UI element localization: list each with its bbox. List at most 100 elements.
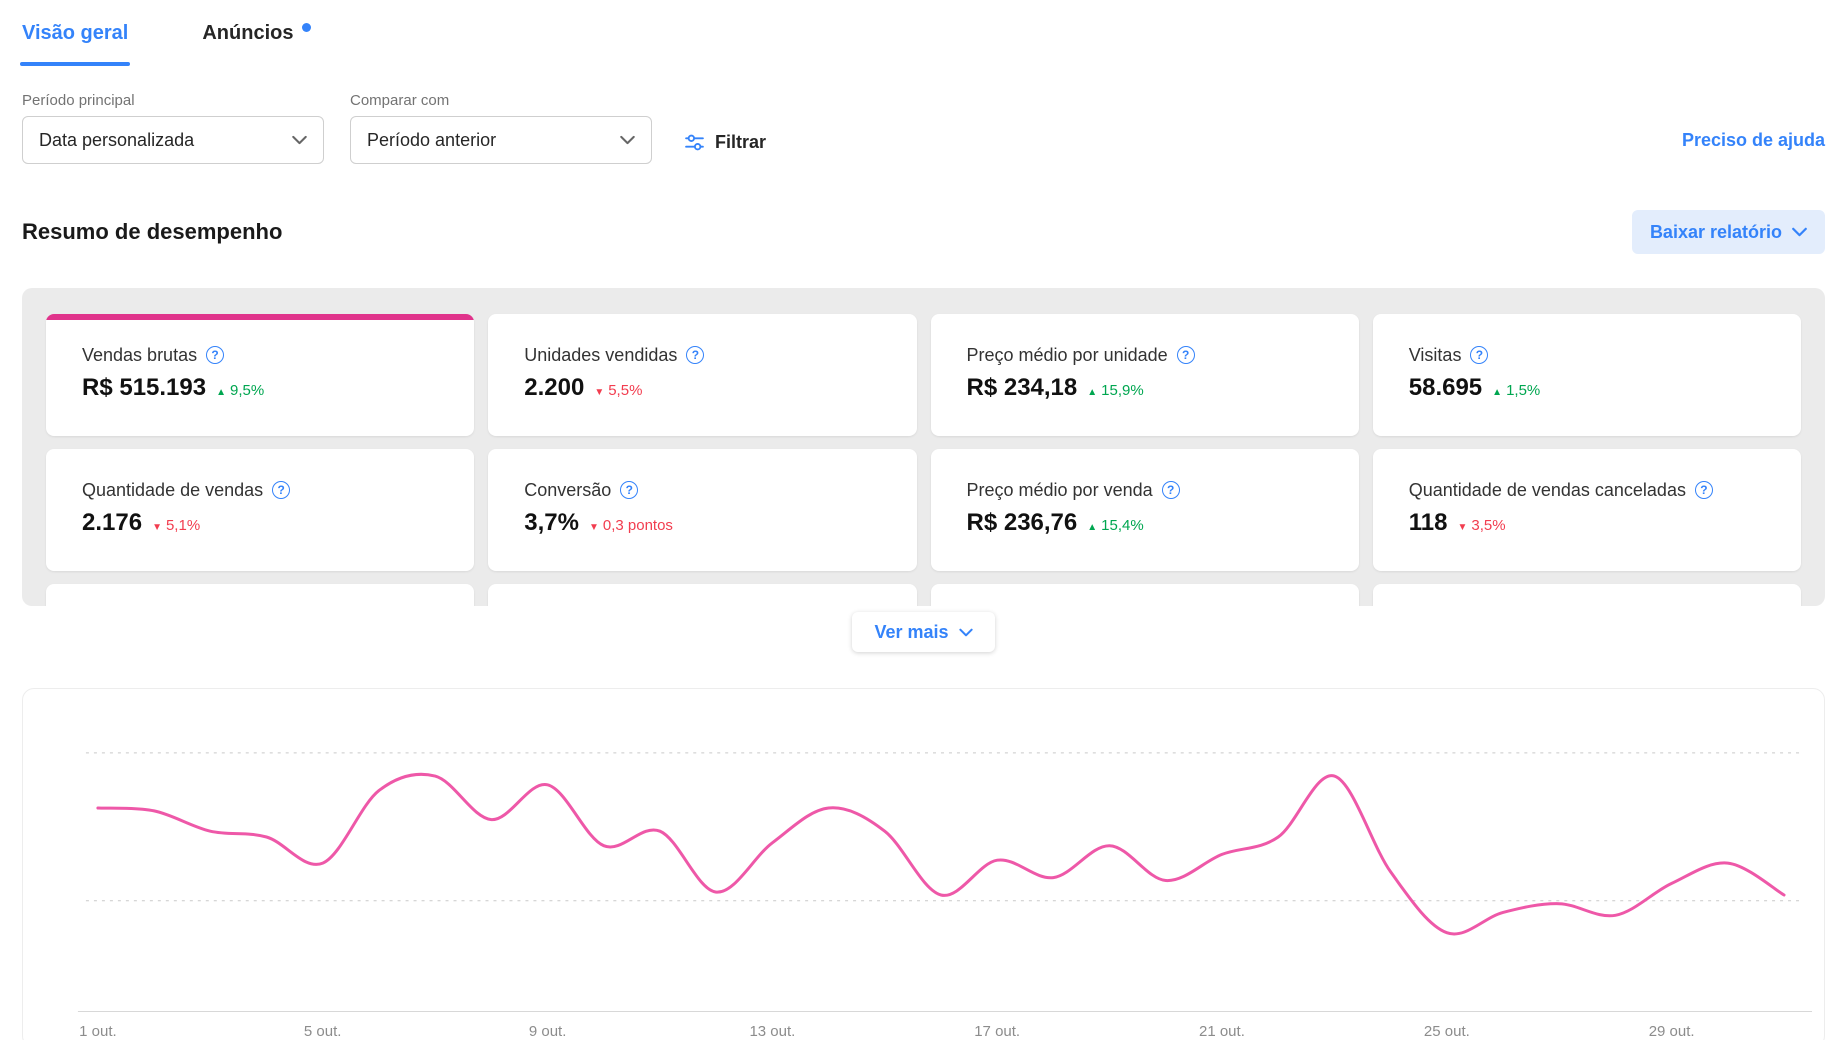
main-period-value: Data personalizada	[39, 129, 195, 150]
metric-card-peek	[1372, 584, 1801, 606]
metrics-panel: Vendas brutas ? R$ 515.193 9,5% Unidades…	[22, 288, 1825, 606]
see-more-row: Ver mais	[22, 612, 1825, 652]
see-more-button[interactable]: Ver mais	[852, 612, 995, 652]
metric-delta-text: 9,5%	[230, 382, 265, 399]
x-tick-label: 17 out.	[974, 1023, 1021, 1040]
compare-period-select[interactable]: Período anterior	[350, 116, 652, 164]
metric-value: R$ 234,18	[966, 374, 1078, 401]
metric-delta: 15,9%	[1087, 382, 1144, 399]
metric-label: Preço médio por venda	[966, 480, 1153, 500]
metric-delta-text: 15,9%	[1101, 382, 1144, 399]
metrics-row-peek	[46, 584, 1801, 606]
metric-delta: 5,1%	[152, 517, 200, 534]
x-tick-label: 13 out.	[749, 1023, 796, 1040]
metric-card-vendas-brutas[interactable]: Vendas brutas ? R$ 515.193 9,5%	[46, 314, 475, 436]
metric-value: 58.695	[1408, 374, 1483, 401]
metric-card-vendas-canceladas[interactable]: Quantidade de vendas canceladas ? 118 3,…	[1372, 449, 1801, 571]
see-more-label: Ver mais	[874, 621, 949, 642]
help-icon[interactable]: ?	[1161, 481, 1180, 499]
metric-delta: 3,5%	[1457, 517, 1505, 534]
metric-delta: 1,5%	[1492, 382, 1540, 399]
help-link[interactable]: Preciso de ajuda	[1682, 130, 1825, 151]
sales-line-path	[96, 772, 1786, 936]
metric-card-unidades-vendidas[interactable]: Unidades vendidas ? 2.200 5,5%	[488, 314, 917, 436]
metric-value: 3,7%	[524, 509, 579, 536]
trend-arrow-icon	[1492, 382, 1502, 399]
main-period-select[interactable]: Data personalizada	[22, 116, 324, 164]
metric-value: 2.200	[524, 374, 585, 401]
x-tick-label: 25 out.	[1423, 1023, 1470, 1040]
metric-delta: 5,5%	[594, 382, 642, 399]
tab-visao-geral-label: Visão geral	[22, 22, 129, 44]
metrics-row-2: Quantidade de vendas ? 2.176 5,1% Conver…	[46, 449, 1801, 571]
metric-label: Quantidade de vendas canceladas	[1408, 480, 1686, 500]
compare-period-group: Comparar com Período anterior	[350, 92, 652, 164]
download-report-button[interactable]: Baixar relatório	[1631, 210, 1825, 254]
metric-value: R$ 515.193	[82, 374, 207, 401]
chevron-down-icon	[620, 135, 635, 145]
metric-delta: 15,4%	[1087, 517, 1144, 534]
trend-arrow-icon	[216, 382, 226, 399]
filter-button-label: Filtrar	[715, 132, 767, 152]
metric-label: Unidades vendidas	[524, 345, 678, 365]
help-icon[interactable]: ?	[686, 346, 705, 364]
main-period-group: Período principal Data personalizada	[22, 92, 324, 164]
trend-arrow-icon	[1087, 517, 1097, 534]
filter-button[interactable]: Filtrar	[684, 132, 766, 153]
metric-label: Quantidade de vendas	[82, 480, 264, 500]
metric-card-quantidade-vendas[interactable]: Quantidade de vendas ? 2.176 5,1%	[46, 449, 475, 571]
compare-period-label: Comparar com	[350, 92, 450, 109]
metric-value: 118	[1408, 509, 1448, 536]
help-icon[interactable]: ?	[1694, 481, 1713, 499]
x-tick-label: 5 out.	[303, 1023, 342, 1040]
tab-visao-geral[interactable]: Visão geral	[19, 22, 131, 66]
metric-delta: 0,3 pontos	[589, 517, 673, 534]
metric-label: Preço médio por unidade	[966, 345, 1168, 365]
compare-period-value: Período anterior	[367, 129, 497, 150]
trend-arrow-icon	[1087, 382, 1097, 399]
x-tick-label: 29 out.	[1648, 1023, 1695, 1040]
metric-label: Conversão	[524, 480, 612, 500]
metric-card-conversao[interactable]: Conversão ? 3,7% 0,3 pontos	[488, 449, 917, 571]
metric-value: 2.176	[82, 509, 143, 536]
metric-card-peek	[488, 584, 917, 606]
chevron-down-icon	[1792, 227, 1807, 237]
summary-header: Resumo de desempenho Baixar relatório	[22, 210, 1825, 254]
sales-chart-svg	[77, 752, 1813, 1012]
help-icon[interactable]: ?	[1470, 346, 1489, 364]
metric-card-visitas[interactable]: Visitas ? 58.695 1,5%	[1372, 314, 1801, 436]
filter-sliders-icon	[685, 134, 704, 151]
metric-card-peek	[930, 584, 1359, 606]
x-tick-label: 1 out.	[79, 1023, 117, 1040]
sales-chart-card: 1 out. 5 out. 9 out. 13 out. 17 out. 21 out. 2…	[22, 688, 1825, 1040]
trend-arrow-icon	[594, 382, 604, 399]
metric-delta: 9,5%	[216, 382, 264, 399]
help-icon[interactable]: ?	[1176, 346, 1195, 364]
metric-delta-text: 5,1%	[165, 517, 201, 534]
chevron-down-icon	[292, 135, 307, 145]
download-report-label: Baixar relatório	[1649, 221, 1782, 242]
tab-anuncios-label: Anúncios	[202, 22, 294, 44]
metric-delta-text: 3,5%	[1471, 517, 1506, 534]
help-icon[interactable]: ?	[620, 481, 639, 499]
x-axis-labels: 1 out. 5 out. 9 out. 13 out. 17 out. 21 out. 2…	[23, 1021, 1824, 1040]
metrics-row-1: Vendas brutas ? R$ 515.193 9,5% Unidades…	[46, 314, 1801, 436]
chevron-down-icon	[958, 628, 973, 636]
tabs-bar: Visão geral Anúncios	[19, 0, 1825, 66]
metric-delta-text: 5,5%	[608, 382, 643, 399]
section-title: Resumo de desempenho	[22, 219, 283, 244]
trend-arrow-icon	[589, 517, 599, 534]
tab-anuncios[interactable]: Anúncios	[202, 22, 312, 66]
metric-delta-text: 0,3 pontos	[602, 517, 673, 534]
metric-card-preco-medio-venda[interactable]: Preço médio por venda ? R$ 236,76 15,4%	[930, 449, 1359, 571]
seller-metrics-page: Visão geral Anúncios Período principal D…	[0, 0, 1847, 1040]
help-icon[interactable]: ?	[206, 346, 225, 364]
filter-row: Período principal Data personalizada Com…	[22, 92, 1825, 164]
metric-value: R$ 236,76	[966, 509, 1078, 536]
metric-card-preco-medio-unidade[interactable]: Preço médio por unidade ? R$ 234,18 15,9…	[930, 314, 1359, 436]
metric-delta-text: 1,5%	[1506, 382, 1541, 399]
chart-gridlines	[85, 752, 1803, 902]
help-icon[interactable]: ?	[272, 481, 291, 499]
notification-dot-icon	[302, 23, 312, 32]
metric-card-peek	[46, 584, 475, 606]
